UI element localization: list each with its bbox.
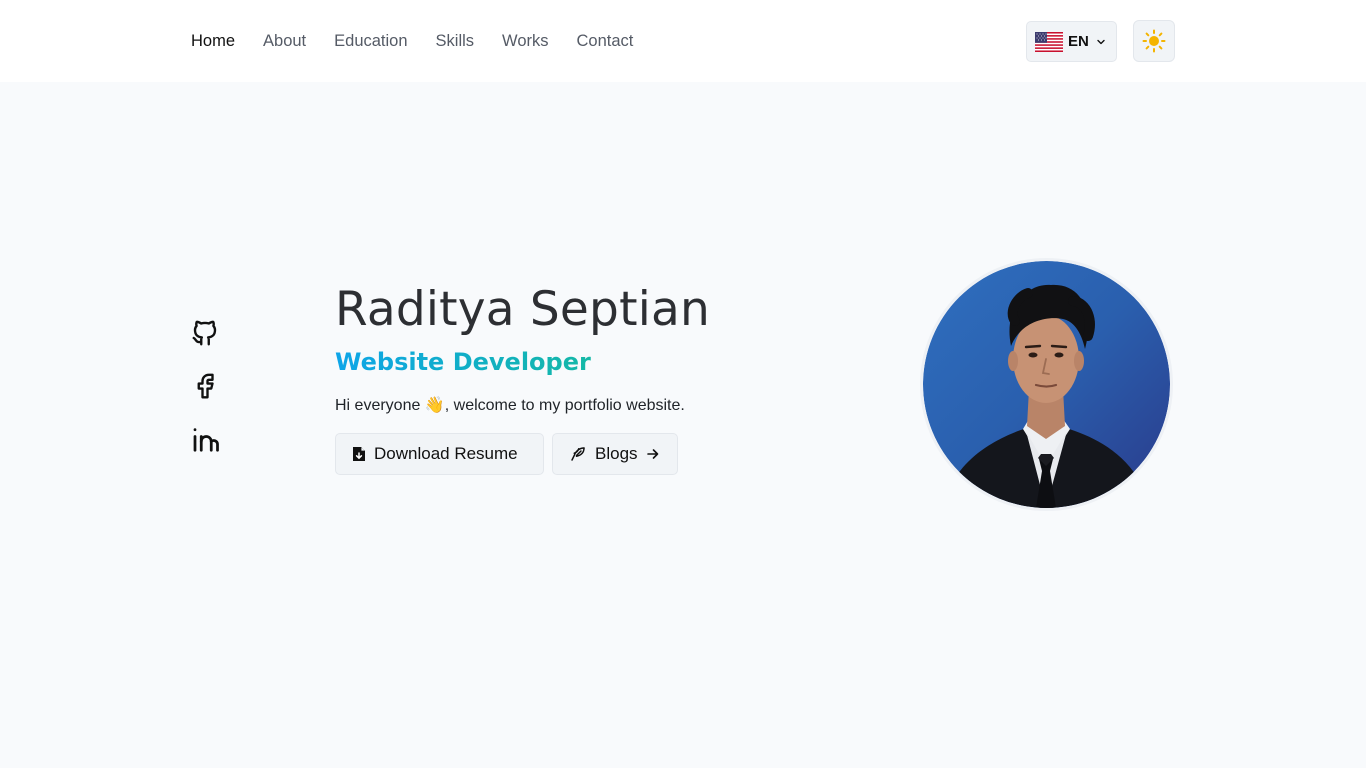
theme-toggle-button[interactable] <box>1133 20 1175 62</box>
blogs-button[interactable]: Blogs <box>552 433 678 475</box>
download-resume-button[interactable]: Download Resume <box>335 433 544 475</box>
nav-links: Home About Education Skills Works Contac… <box>191 0 633 82</box>
sun-icon <box>1142 29 1166 53</box>
file-download-icon <box>353 447 365 461</box>
nav-education[interactable]: Education <box>334 32 407 51</box>
profile-photo <box>923 261 1170 508</box>
chevron-down-icon <box>1097 39 1105 44</box>
arrow-right-icon <box>646 449 658 459</box>
nav-about[interactable]: About <box>263 32 306 51</box>
facebook-icon[interactable] <box>190 371 220 401</box>
nav-works[interactable]: Works <box>502 32 548 51</box>
nav-home[interactable]: Home <box>191 32 235 51</box>
download-resume-label: Download Resume <box>374 444 518 463</box>
nav-contact[interactable]: Contact <box>577 32 634 51</box>
us-flag-icon <box>1035 31 1063 52</box>
github-icon[interactable] <box>190 318 220 348</box>
blogs-label: Blogs <box>595 444 638 463</box>
feather-icon <box>571 447 585 461</box>
hero-role: Website Developer <box>335 348 591 376</box>
profile-photo-frame <box>920 258 1173 511</box>
language-label: EN <box>1068 33 1089 50</box>
navbar: Home About Education Skills Works Contac… <box>0 0 1366 82</box>
nav-skills[interactable]: Skills <box>436 32 475 51</box>
waving-hand-icon: 👋 <box>424 397 445 414</box>
language-selector[interactable]: EN <box>1026 21 1117 62</box>
hero-name: Raditya Septian <box>335 282 710 337</box>
hero-greeting: Hi everyone 👋, welcome to my portfolio w… <box>335 395 685 415</box>
linkedin-icon[interactable] <box>190 424 220 454</box>
greeting-prefix: Hi everyone <box>335 397 425 414</box>
greeting-suffix: , welcome to my portfolio website. <box>444 397 685 414</box>
